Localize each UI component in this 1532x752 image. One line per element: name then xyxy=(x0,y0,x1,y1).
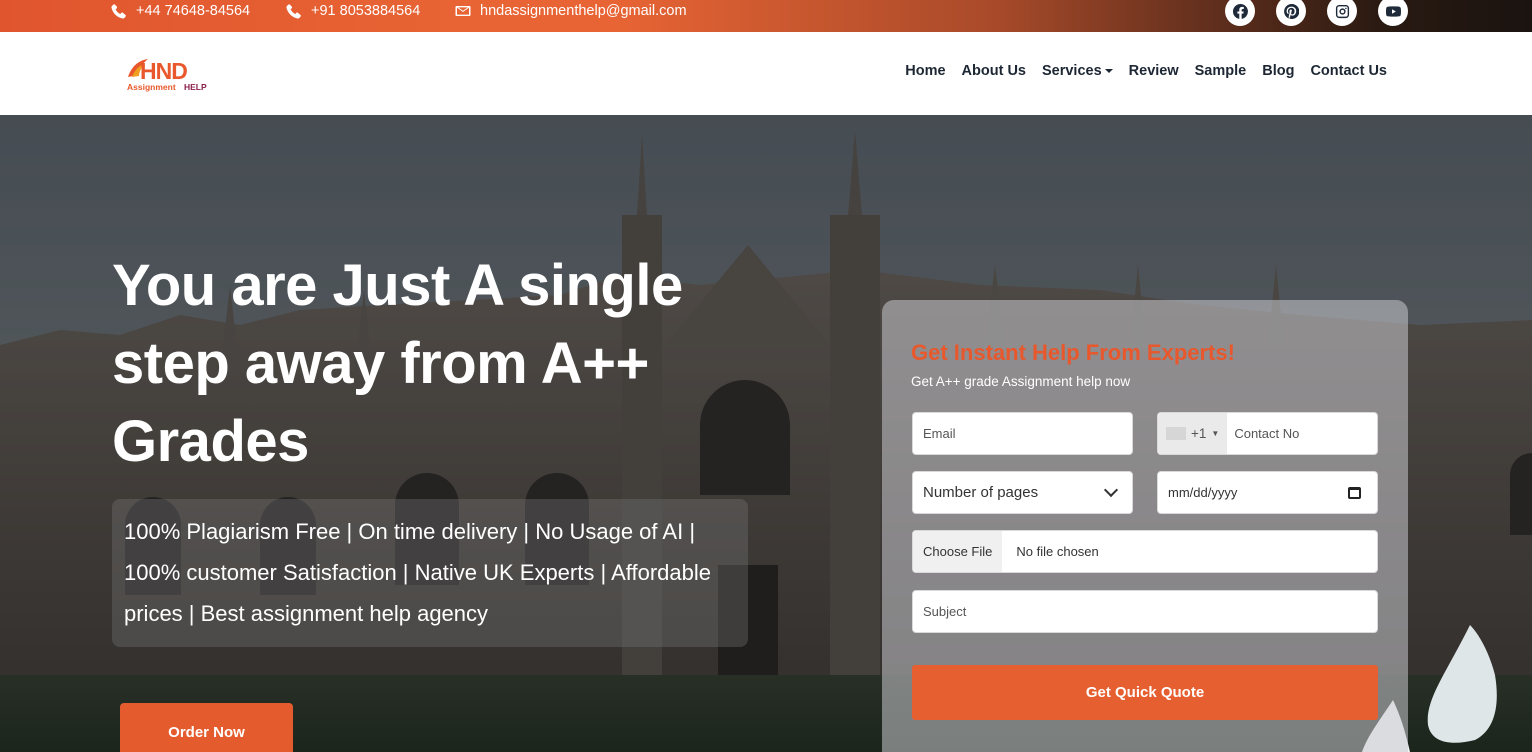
facebook-icon xyxy=(1232,3,1248,19)
date-placeholder: mm/dd/yyyy xyxy=(1168,485,1238,500)
instagram-icon xyxy=(1335,4,1349,18)
pinterest-icon xyxy=(1283,3,1299,19)
nav-services-label: Services xyxy=(1041,63,1102,79)
hero-headline: You are Just A single step away from A++… xyxy=(112,247,732,481)
site-header: HND Assignment HELP Home About Us Servic… xyxy=(0,32,1532,115)
country-code-select[interactable]: +1 ▼ xyxy=(1158,413,1228,454)
chevron-down-icon xyxy=(1103,482,1119,498)
envelope-icon xyxy=(455,6,471,16)
headline-line-3: Grades xyxy=(112,409,309,474)
country-code: +1 xyxy=(1191,426,1207,441)
svg-text:HND: HND xyxy=(140,58,187,84)
features-line-3: prices | Best assignment help agency xyxy=(124,601,489,626)
phone-in-contact[interactable]: +91 8053884564 xyxy=(286,3,420,19)
form-subtitle: Get A++ grade Assignment help now xyxy=(911,374,1131,389)
email-text: hndassignmenthelp@gmail.com xyxy=(480,3,687,19)
nav-review[interactable]: Review xyxy=(1129,63,1179,79)
choose-file-button[interactable]: Choose File xyxy=(913,531,1003,572)
get-quick-quote-button[interactable]: Get Quick Quote xyxy=(912,665,1378,720)
email-field[interactable]: Email xyxy=(912,412,1133,455)
phone-in-text: +91 8053884564 xyxy=(311,3,421,19)
phone-uk-text: +44 74648-84564 xyxy=(136,3,251,19)
calendar-icon[interactable] xyxy=(1348,486,1361,499)
youtube-link[interactable] xyxy=(1378,0,1408,26)
order-now-button[interactable]: Order Now xyxy=(120,703,293,752)
nav-contact[interactable]: Contact Us xyxy=(1310,63,1387,79)
features-line-2: 100% customer Satisfaction | Native UK E… xyxy=(124,560,711,585)
top-contact-bar: +44 74648-84564 +91 8053884564 hndassign… xyxy=(0,0,1532,32)
nav-home[interactable]: Home xyxy=(905,63,945,79)
nav-sample[interactable]: Sample xyxy=(1195,63,1247,79)
instagram-link[interactable] xyxy=(1327,0,1357,26)
phone-uk-contact[interactable]: +44 74648-84564 xyxy=(111,3,250,19)
nav-services[interactable]: Services xyxy=(1042,63,1113,79)
features-box: 100% Plagiarism Free | On time delivery … xyxy=(112,499,748,647)
svg-text:Assignment: Assignment xyxy=(127,82,176,92)
subject-placeholder: Subject xyxy=(923,604,967,619)
file-upload-field[interactable]: Choose File No file chosen xyxy=(912,530,1378,573)
headline-line-1: You are Just A single xyxy=(112,253,683,318)
contact-placeholder: Contact No xyxy=(1234,426,1300,441)
features-line-1: 100% Plagiarism Free | On time delivery … xyxy=(124,519,696,544)
main-nav: Home About Us Services Review Sample Blo… xyxy=(905,63,1387,79)
youtube-icon xyxy=(1385,5,1401,17)
subject-field[interactable]: Subject xyxy=(912,590,1378,633)
svg-text:HELP: HELP xyxy=(184,82,207,92)
form-title: Get Instant Help From Experts! xyxy=(911,340,1235,365)
nav-blog[interactable]: Blog xyxy=(1262,63,1294,79)
flag-icon xyxy=(1166,427,1186,440)
contact-no-field[interactable]: +1 ▼ Contact No xyxy=(1157,412,1378,455)
caret-down-icon: ▼ xyxy=(1211,429,1220,438)
file-status: No file chosen xyxy=(1016,544,1099,559)
quote-form-card: Get Instant Help From Experts! Get A++ g… xyxy=(882,300,1408,752)
caret-down-icon xyxy=(1104,69,1113,73)
social-links xyxy=(1225,0,1408,26)
email-contact[interactable]: hndassignmenthelp@gmail.com xyxy=(455,3,687,19)
pages-select-value: Number of pages xyxy=(923,484,1039,501)
nav-about[interactable]: About Us xyxy=(962,63,1026,79)
date-field[interactable]: mm/dd/yyyy xyxy=(1157,471,1378,514)
site-logo[interactable]: HND Assignment HELP xyxy=(126,55,210,93)
pages-select[interactable]: Number of pages xyxy=(912,471,1133,514)
headline-line-2: step away from A++ xyxy=(112,331,649,396)
phone-icon xyxy=(111,4,126,19)
phone-icon xyxy=(286,4,301,19)
facebook-link[interactable] xyxy=(1225,0,1255,26)
email-placeholder: Email xyxy=(923,426,956,441)
pinterest-link[interactable] xyxy=(1276,0,1306,26)
logo-icon: HND Assignment HELP xyxy=(127,58,207,92)
hero-section: You are Just A single step away from A++… xyxy=(0,115,1532,752)
